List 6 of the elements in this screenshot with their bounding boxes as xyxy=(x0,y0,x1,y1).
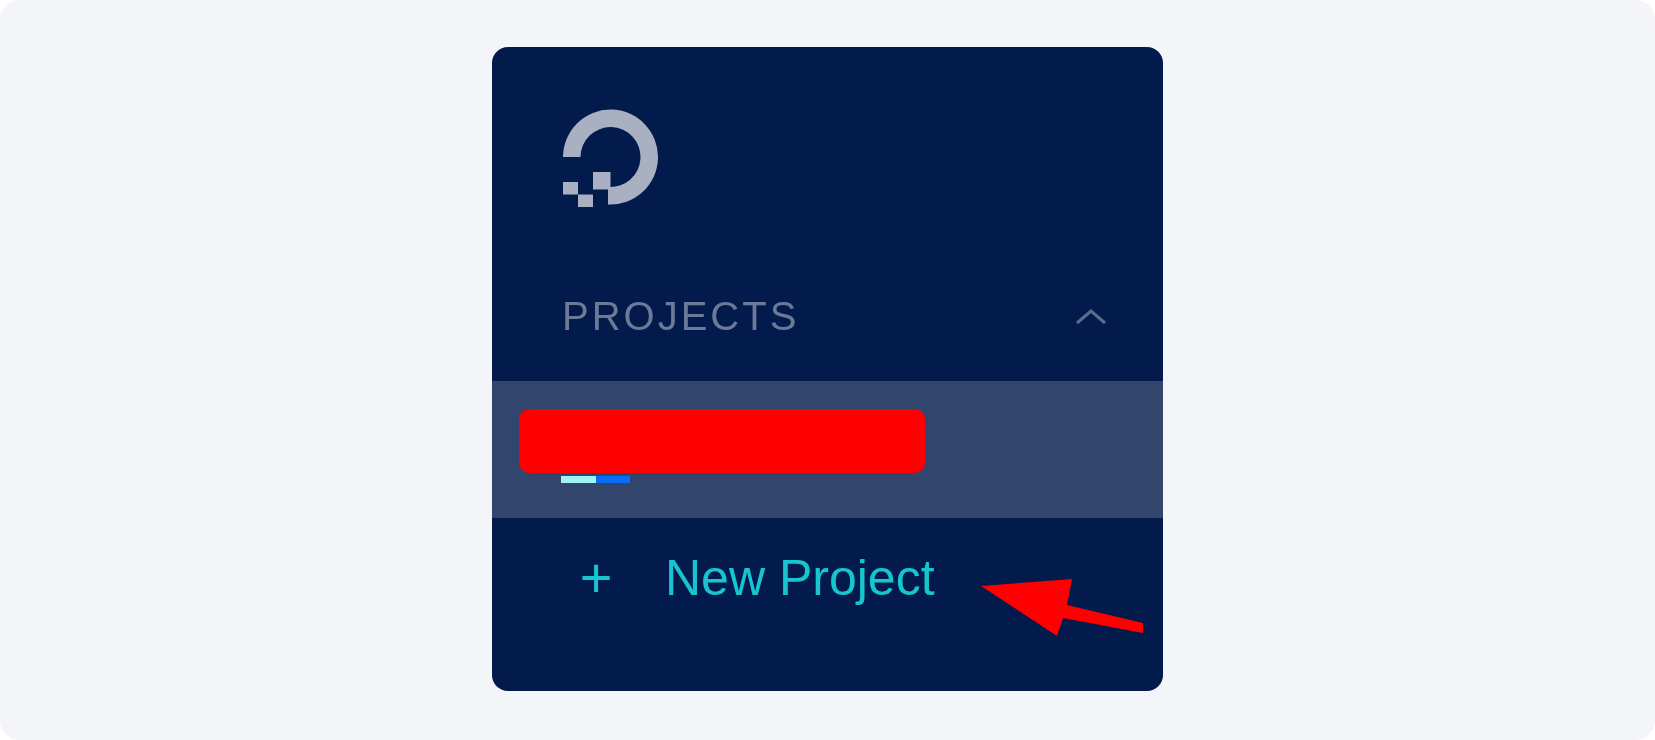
project-item[interactable] xyxy=(492,381,1163,518)
chevron-up-icon[interactable] xyxy=(1074,307,1108,326)
section-title: PROJECTS xyxy=(562,294,800,339)
plus-icon: + xyxy=(570,550,622,606)
new-project-button[interactable]: + New Project xyxy=(492,548,1163,608)
project-color-icon xyxy=(561,476,630,483)
